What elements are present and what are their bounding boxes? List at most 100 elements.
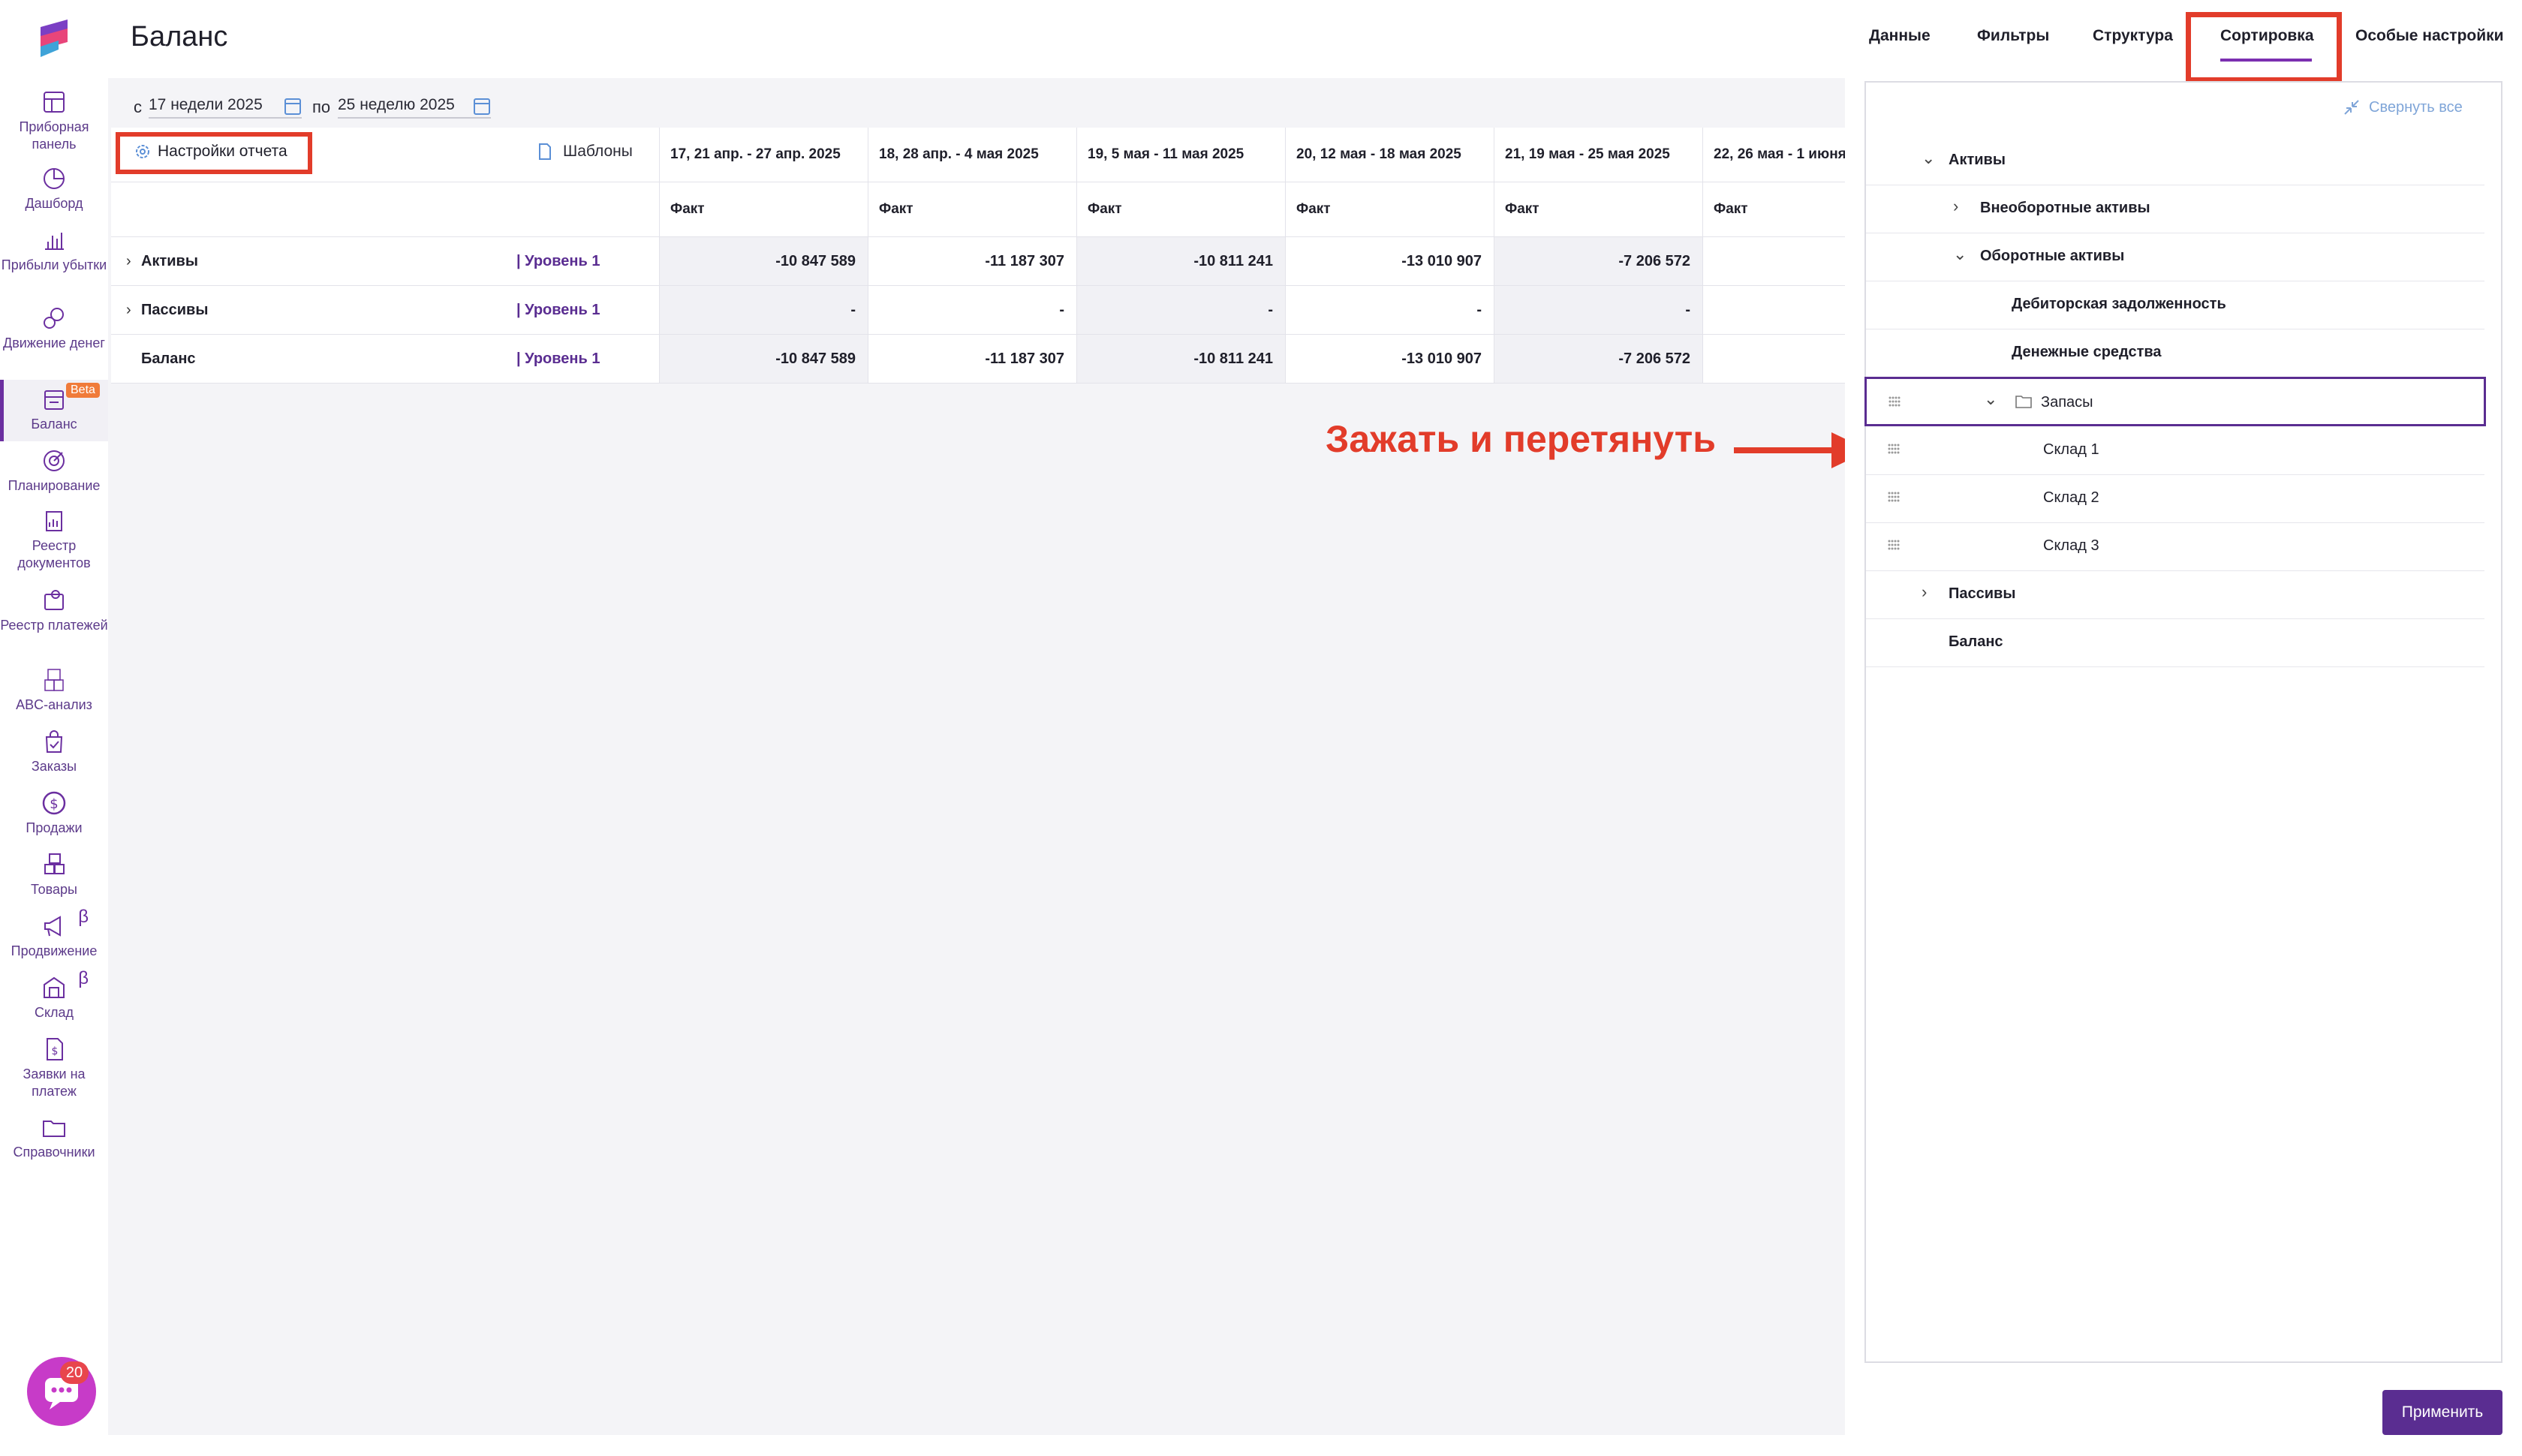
- tab-special-settings[interactable]: Особые настройки: [2355, 27, 2504, 45]
- svg-text:$: $: [52, 1045, 59, 1057]
- report-table: 17, 21 апр. - 27 апр. 2025 18, 28 апр. -…: [111, 128, 1901, 384]
- chevron-right-icon[interactable]: ›: [126, 302, 141, 319]
- column-subheader: Факт: [1494, 182, 1703, 237]
- sidebar-item-payment-requests[interactable]: $ Заявки на платеж: [0, 1034, 108, 1099]
- megaphone-icon: [44, 916, 61, 937]
- tree-node-current-assets[interactable]: ⌄ Оборотные активы: [1866, 233, 2484, 281]
- sorting-tab-highlight-box: [2186, 12, 2342, 83]
- sidebar-item-balance[interactable]: Beta Баланс: [0, 380, 108, 441]
- chevron-right-icon[interactable]: ›: [1922, 582, 1927, 602]
- sidebar-item-warehouse[interactable]: β Склад: [0, 968, 108, 1021]
- calendar-icon[interactable]: [284, 96, 302, 116]
- tree-node-label: Оборотные активы: [1980, 248, 2125, 264]
- sidebar-item-sales[interactable]: $ Продажи: [0, 788, 108, 836]
- sidebar-item-label: Реестр платежей: [0, 618, 108, 633]
- sidebar-item-dashboard[interactable]: Дашборд: [0, 164, 108, 211]
- tree-node-receivables[interactable]: Дебиторская задолженность: [1866, 281, 2484, 329]
- tree-node-warehouse-2[interactable]: Склад 2: [1866, 474, 2484, 523]
- sidebar-item-planning[interactable]: Планирование: [0, 446, 108, 493]
- collapse-all-button[interactable]: Свернуть все: [2369, 99, 2463, 116]
- tab-structure[interactable]: Структура: [2093, 27, 2173, 45]
- column-header: 17, 21 апр. - 27 апр. 2025: [659, 128, 868, 182]
- templates-button[interactable]: Шаблоны: [563, 143, 633, 161]
- sidebar-item-payments[interactable]: Реестр платежей: [0, 585, 108, 650]
- calendar-icon[interactable]: [473, 96, 491, 116]
- value-cell: -: [659, 285, 868, 335]
- chevron-down-icon[interactable]: ⌄: [1922, 149, 1935, 168]
- sidebar-item-label: Дашборд: [25, 196, 83, 211]
- tree-node-label: Склад 1: [2043, 441, 2099, 458]
- row-level-link[interactable]: | Уровень 1: [516, 253, 600, 269]
- app-logo-icon[interactable]: [36, 20, 72, 57]
- sidebar-item-directories[interactable]: Справочники: [0, 1112, 108, 1160]
- tree-node-label: Активы: [1949, 152, 2006, 168]
- drag-handle-icon[interactable]: [1887, 537, 1901, 552]
- target-icon: [44, 450, 65, 471]
- tree-node-label: Баланс: [1949, 633, 2003, 650]
- sidebar-item-orders[interactable]: Заказы: [0, 726, 108, 775]
- row-level-link[interactable]: | Уровень 1: [516, 302, 600, 318]
- value-cell: -7 206 572: [1494, 236, 1703, 286]
- value-cell: -: [868, 285, 1077, 335]
- tree-node-label: Склад 2: [2043, 489, 2099, 506]
- row-label-cell: › Пассивы | Уровень 1: [111, 285, 660, 335]
- beta-badge: Beta: [66, 383, 100, 398]
- sidebar-item-promotion[interactable]: β Продвижение: [0, 907, 108, 959]
- value-cell: -10 811 241: [1076, 236, 1286, 286]
- date-to-prefix: по: [312, 98, 331, 116]
- tab-data[interactable]: Данные: [1869, 27, 1931, 45]
- sidebar-item-abc-analysis[interactable]: ABC-анализ: [0, 665, 108, 713]
- sidebar-item-label: Продажи: [26, 820, 83, 835]
- tree-node-label: Пассивы: [1949, 585, 2016, 602]
- warehouse-icon: [44, 976, 65, 998]
- row-name: Активы: [141, 252, 198, 269]
- sidebar-item-label: Товары: [31, 882, 77, 897]
- tree-node-inventory[interactable]: ⌄ Запасы: [1864, 377, 2486, 426]
- sidebar-item-label: Заявки на платеж: [23, 1066, 86, 1099]
- tab-filters[interactable]: Фильтры: [1977, 27, 2049, 45]
- drag-handle-icon[interactable]: [1887, 489, 1901, 504]
- apply-button[interactable]: Применить: [2382, 1390, 2502, 1435]
- date-to-field[interactable]: 25 неделю 2025: [338, 96, 491, 119]
- row-label-cell: Баланс | Уровень 1: [111, 334, 660, 384]
- sidebar-item-documents[interactable]: Реестр документов: [0, 506, 108, 570]
- date-from-field[interactable]: 17 недели 2025: [149, 96, 302, 119]
- table-row[interactable]: Баланс | Уровень 1 -10 847 589 -11 187 30…: [111, 334, 1901, 384]
- svg-text:$: $: [50, 796, 58, 812]
- tree-node-warehouse-3[interactable]: Склад 3: [1866, 522, 2484, 571]
- tree-node-warehouse-1[interactable]: Склад 1: [1866, 426, 2484, 475]
- template-doc-icon: [539, 143, 551, 160]
- settings-highlight-box: [116, 132, 312, 174]
- sidebar-item-profit-loss[interactable]: Прибыли убытки: [0, 225, 108, 288]
- sidebar-item-label: Прибыли убытки: [1, 257, 107, 272]
- chevron-right-icon[interactable]: ›: [126, 253, 141, 270]
- tree-node-assets[interactable]: ⌄ Активы: [1866, 137, 2484, 185]
- column-header: 21, 19 мая - 25 мая 2025: [1494, 128, 1703, 182]
- value-cell: -10 847 589: [659, 236, 868, 286]
- row-level-link[interactable]: | Уровень 1: [516, 350, 600, 367]
- chevron-down-icon[interactable]: ⌄: [1984, 390, 1997, 409]
- tree-node-balance[interactable]: Баланс: [1866, 618, 2484, 667]
- sidebar-item-dashboard-panel[interactable]: Приборная панель: [0, 87, 108, 152]
- table-row[interactable]: › Активы | Уровень 1 -10 847 589 -11 187 3…: [111, 236, 1901, 286]
- tree-node-noncurrent-assets[interactable]: › Внеоборотные активы: [1866, 185, 2484, 233]
- chevron-down-icon[interactable]: ⌄: [1953, 245, 1967, 264]
- sidebar-item-label: Приборная панель: [19, 119, 89, 152]
- sidebar-item-label: ABC-анализ: [16, 697, 92, 712]
- drag-handle-icon[interactable]: [1888, 394, 1901, 409]
- wallet-icon: [44, 590, 64, 610]
- table-row[interactable]: › Пассивы | Уровень 1 - - - - -: [111, 285, 1901, 335]
- beta-mark: β: [78, 907, 89, 927]
- tree-node-label: Внеоборотные активы: [1980, 200, 2150, 216]
- tree-node-cash[interactable]: Денежные средства: [1866, 329, 2484, 378]
- tree-node-liabilities[interactable]: › Пассивы: [1866, 570, 2484, 619]
- sidebar-item-label: Баланс: [31, 417, 77, 432]
- boxes-icon: [44, 853, 65, 874]
- sidebar-item-products[interactable]: Товары: [0, 850, 108, 898]
- column-subheader: Факт: [1076, 182, 1286, 237]
- pie-chart-icon: [44, 168, 65, 189]
- sidebar-item-money-flow[interactable]: Движение денег: [0, 303, 108, 366]
- bar-chart-icon: [45, 233, 64, 250]
- chevron-right-icon[interactable]: ›: [1953, 197, 1958, 216]
- drag-handle-icon[interactable]: [1887, 441, 1901, 456]
